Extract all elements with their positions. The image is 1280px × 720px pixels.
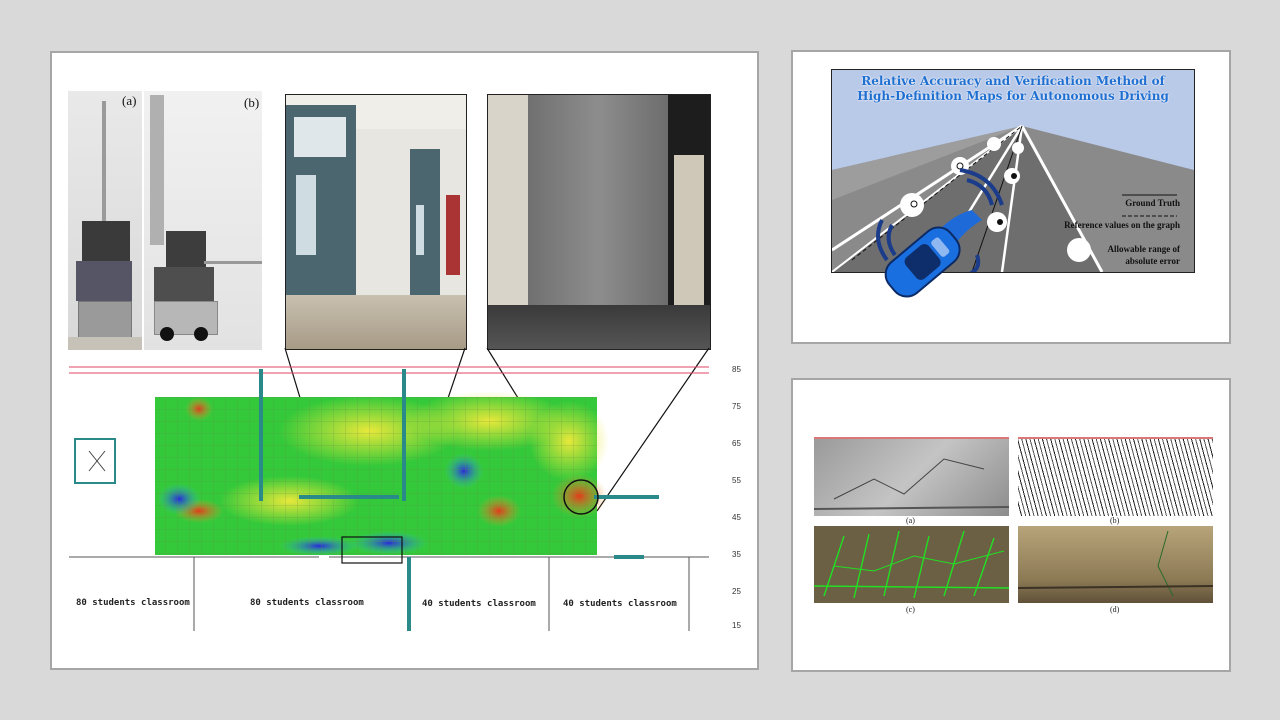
scale-tick: 75	[732, 402, 741, 411]
autonomous-car-icon	[884, 226, 961, 298]
room-label: 40 students classroom	[563, 599, 677, 609]
crack-image-a	[813, 437, 1010, 516]
legend-allowable-range-2: absolute error	[1125, 256, 1180, 266]
crack-image-d	[1017, 526, 1214, 603]
caption-c: (c)	[906, 605, 915, 614]
crack-image-b	[1018, 437, 1213, 516]
caption-a: (a)	[906, 516, 915, 525]
scale-tick: 35	[732, 550, 741, 559]
floor-plan-heatmap	[69, 361, 709, 631]
hd-map-figure-panel: Relative Accuracy and Verification Metho…	[791, 50, 1231, 344]
caption-d: (d)	[1110, 605, 1120, 614]
legend-ground-truth: Ground Truth	[1125, 198, 1180, 208]
room-label: 40 students classroom	[422, 599, 536, 609]
room-label: 80 students classroom	[250, 598, 364, 608]
crack-detection-panel: (a) (b) (c) (d)	[791, 378, 1231, 672]
scale-tick: 25	[732, 587, 741, 596]
scale-tick: 85	[732, 365, 741, 374]
legend-reference-values: Reference values on the graph	[1064, 220, 1180, 230]
hd-map-title: Relative Accuracy and Verification Metho…	[832, 74, 1194, 104]
scale-tick: 45	[732, 513, 741, 522]
scale-tick: 15	[732, 621, 741, 630]
left-figure-panel: (a) (b) 85 75 65 55 45 35 25 15 80 stude…	[50, 51, 759, 670]
scale-tick: 55	[732, 476, 741, 485]
hd-map-title-line1: Relative Accuracy and Verification Metho…	[861, 74, 1165, 88]
crack-image-c	[813, 526, 1010, 603]
room-label: 80 students classroom	[76, 598, 190, 608]
legend-allowable-range-1: Allowable range of	[1107, 244, 1181, 254]
hd-map-title-line2: High-Definition Maps for Autonomous Driv…	[857, 89, 1169, 103]
scale-tick: 65	[732, 439, 741, 448]
caption-b: (b)	[1110, 516, 1120, 525]
